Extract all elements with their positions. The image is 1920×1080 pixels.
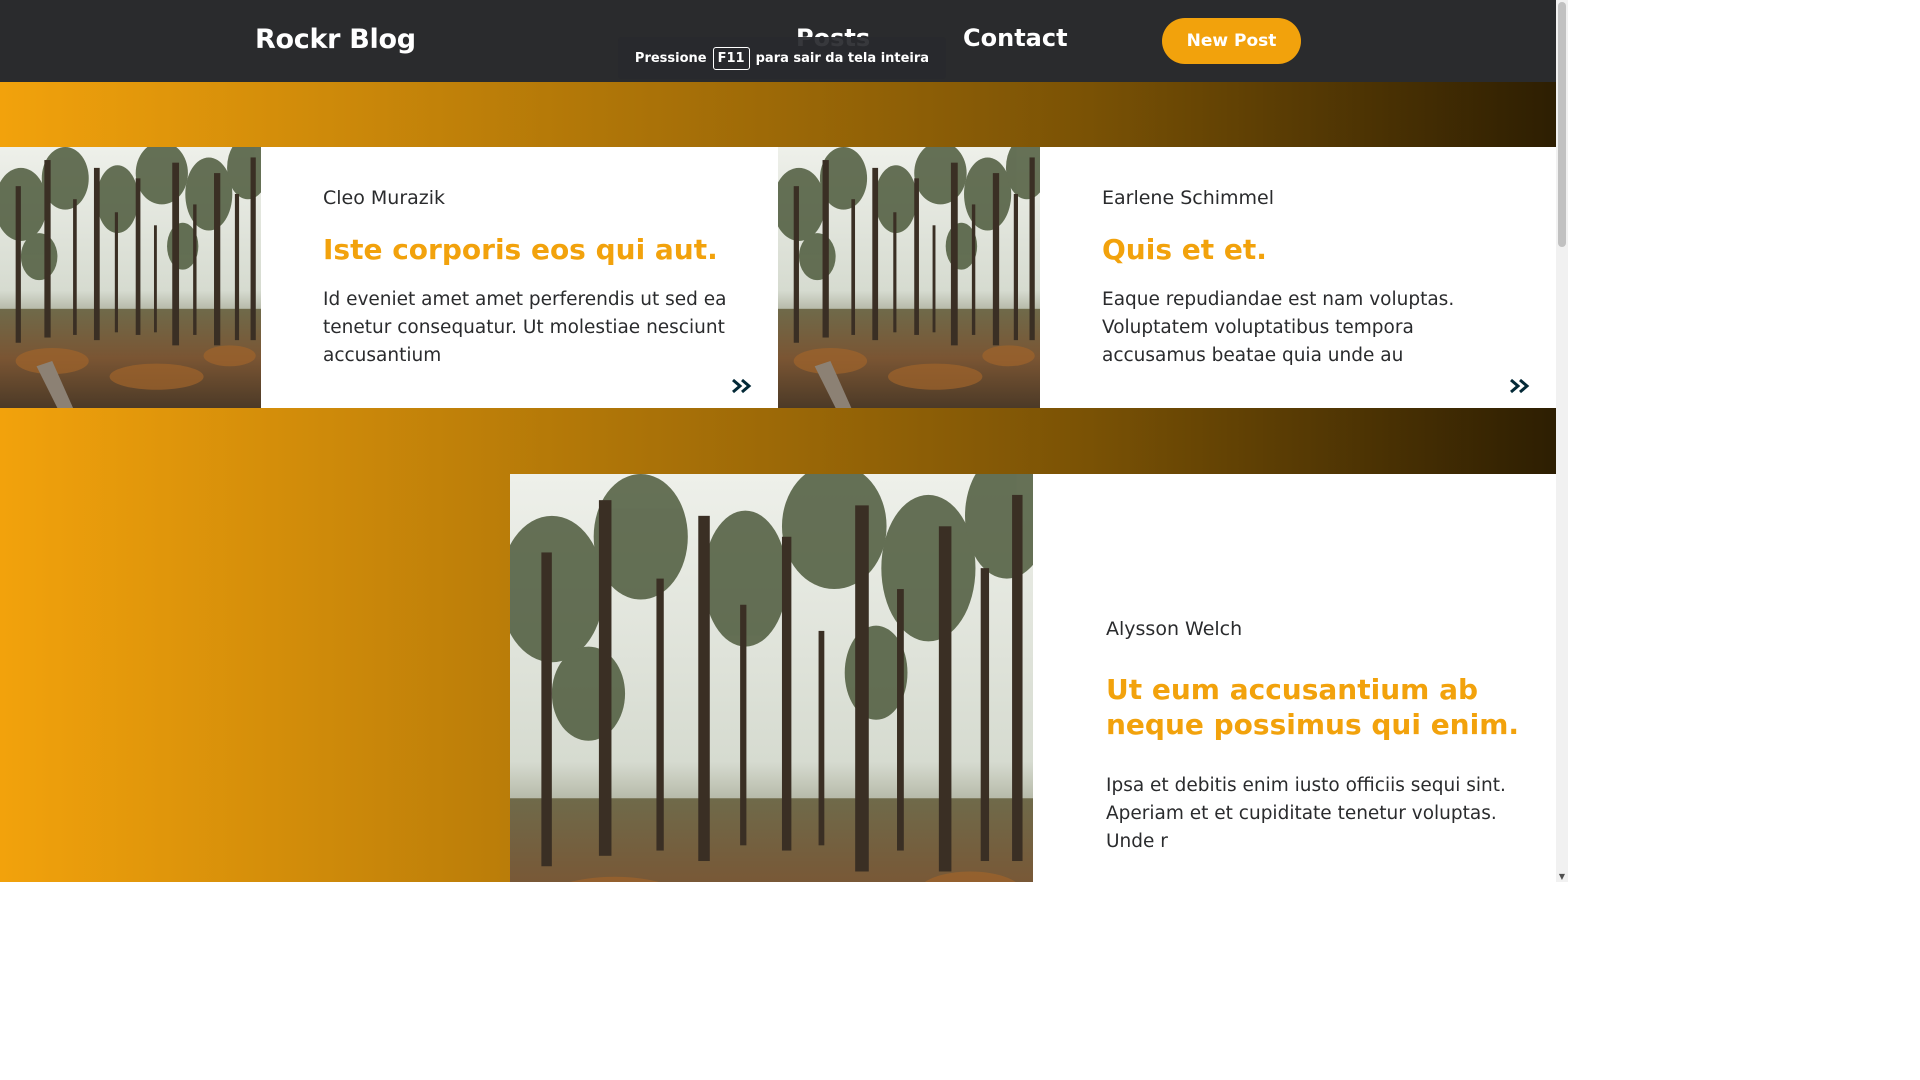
post-image[interactable] (778, 147, 1040, 408)
double-chevron-right-icon[interactable] (731, 378, 753, 394)
post-card-featured[interactable]: Alysson Welch Ut eum accusantium ab nequ… (1033, 474, 1556, 882)
forest-photo (778, 147, 1040, 408)
gradient-band-top (0, 82, 1556, 147)
post-image-featured[interactable] (510, 474, 1033, 882)
forest-photo (510, 474, 1033, 882)
scroll-down-arrow-icon[interactable]: ▼ (1558, 872, 1566, 882)
post-excerpt: Ipsa et debitis enim iusto officiis sequ… (1106, 775, 1506, 852)
post-author: Alysson Welch (1106, 618, 1243, 640)
post-image[interactable] (0, 147, 261, 408)
post-author: Earlene Schimmel (1102, 187, 1275, 209)
post-card[interactable]: Cleo Murazik Iste corporis eos qui aut. … (261, 147, 778, 408)
fullscreen-toast: Pressione F11 para sair da tela inteira (618, 37, 946, 79)
post-title[interactable]: Ut eum accusantium ab neque possimus qui… (1106, 672, 1526, 742)
new-post-button[interactable]: New Post (1162, 18, 1301, 64)
post-title[interactable]: Quis et et. (1102, 232, 1542, 267)
nav-contact[interactable]: Contact (963, 24, 1068, 52)
post-excerpt: Id eveniet amet amet perferendis ut sed … (323, 289, 727, 366)
post-author: Cleo Murazik (323, 187, 446, 209)
forest-photo (0, 147, 261, 408)
post-excerpt: Eaque repudiandae est nam voluptas. Volu… (1102, 289, 1455, 366)
double-chevron-right-icon[interactable] (1509, 378, 1531, 394)
toast-suffix: para sair da tela inteira (755, 50, 930, 66)
toast-key: F11 (712, 46, 750, 70)
post-card[interactable]: Earlene Schimmel Quis et et. Eaque repud… (1040, 147, 1556, 408)
scrollbar-thumb[interactable] (1558, 2, 1566, 247)
toast-prefix: Pressione (634, 50, 707, 66)
page-scrollbar[interactable]: ▼ (1556, 0, 1568, 882)
post-title[interactable]: Iste corporis eos qui aut. (323, 232, 763, 267)
site-logo[interactable]: Rockr Blog (255, 24, 416, 55)
